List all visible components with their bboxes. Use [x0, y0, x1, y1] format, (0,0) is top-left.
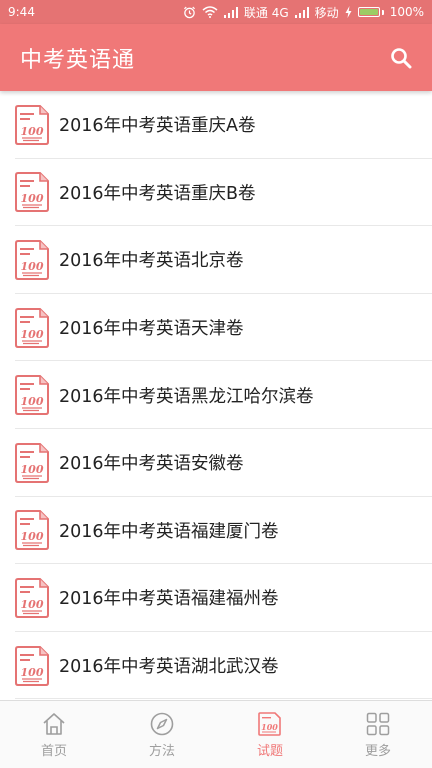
list-item[interactable]: 100 2016年中考英语天津卷 [0, 294, 432, 362]
tab-method-label: 方法 [148, 743, 175, 759]
signal-icon [294, 6, 309, 18]
tab-more[interactable]: 更多 [324, 701, 432, 768]
signal-icon [223, 6, 238, 18]
list-item[interactable]: 100 2016年中考英语湖北武汉卷 [0, 632, 432, 700]
battery-icon [357, 7, 384, 17]
svg-text:100: 100 [21, 395, 44, 408]
exam-paper-icon: 100 [15, 172, 49, 213]
list-item-label: 2016年中考英语重庆A卷 [59, 116, 256, 137]
exam-paper-icon: 100 [15, 645, 49, 686]
tab-home-label: 首页 [40, 743, 67, 759]
charging-icon [345, 6, 352, 18]
search-icon [391, 47, 412, 68]
list-item[interactable]: 100 2016年中考英语重庆B卷 [0, 159, 432, 227]
list-item[interactable]: 100 2016年中考英语重庆A卷 [0, 91, 432, 159]
status-time: 9:44 [8, 5, 35, 19]
list-item[interactable]: 100 2016年中考英语福建厦门卷 [0, 497, 432, 565]
list-item-label: 2016年中考英语黑龙江哈尔滨卷 [59, 386, 314, 407]
svg-text:100: 100 [21, 328, 44, 341]
svg-text:100: 100 [21, 666, 44, 679]
svg-text:100: 100 [21, 192, 44, 205]
tab-exams[interactable]: 100 试题 [216, 701, 324, 768]
list-item[interactable]: 100 2016年中考英语黑龙江哈尔滨卷 [0, 361, 432, 429]
home-icon [43, 712, 65, 735]
wifi-icon [202, 6, 218, 18]
list-item[interactable]: 100 2016年中考英语福建福州卷 [0, 564, 432, 632]
bottom-nav: 首页 方法 100 试题 更多 [0, 700, 432, 768]
exam-list: 100 2016年中考英语重庆A卷 100 2016年中考英语重庆B卷 100 … [0, 91, 432, 700]
exam-paper-icon: 100 [15, 307, 49, 348]
list-item-label: 2016年中考英语湖北武汉卷 [59, 657, 279, 678]
carrier-mobile: 移动 [314, 5, 339, 20]
search-button[interactable] [388, 45, 414, 71]
exam-paper-icon: 100 [15, 510, 49, 551]
list-item-label: 2016年中考英语福建福州卷 [59, 589, 279, 610]
status-bar: 9:44 联通 4G 移动 100% [0, 0, 432, 24]
exam-paper-icon: 100 [15, 104, 49, 145]
battery-percent: 100% [389, 5, 424, 19]
status-icons: 联通 4G 移动 100% [183, 4, 424, 21]
tab-home[interactable]: 首页 [0, 701, 108, 768]
exam-paper-icon: 100 [15, 239, 49, 280]
carrier-unicom: 联通 4G [243, 5, 289, 20]
svg-text:100: 100 [21, 463, 44, 476]
app-title: 中考英语通 [20, 47, 136, 73]
svg-text:100: 100 [21, 125, 44, 138]
exam-paper-icon: 100 [258, 711, 281, 736]
list-item[interactable]: 100 2016年中考英语北京卷 [0, 226, 432, 294]
exam-paper-icon: 100 [15, 442, 49, 483]
tab-more-label: 更多 [364, 743, 391, 759]
list-item-label: 2016年中考英语重庆B卷 [59, 183, 256, 204]
tab-method[interactable]: 方法 [108, 701, 216, 768]
tab-exams-label: 试题 [256, 743, 283, 759]
svg-text:100: 100 [21, 530, 44, 543]
alarm-icon [183, 6, 195, 18]
compass-icon [150, 712, 174, 735]
list-item-label: 2016年中考英语福建厦门卷 [59, 521, 279, 542]
list-item[interactable]: 100 2016年中考英语安徽卷 [0, 429, 432, 497]
app-bar: 中考英语通 [0, 24, 432, 91]
list-item-label: 2016年中考英语北京卷 [59, 251, 244, 272]
exam-paper-icon: 100 [15, 375, 49, 416]
svg-text:100: 100 [21, 598, 44, 611]
list-item-label: 2016年中考英语安徽卷 [59, 454, 244, 475]
svg-text:100: 100 [21, 260, 44, 273]
list-item-label: 2016年中考英语天津卷 [59, 319, 244, 340]
exam-paper-icon: 100 [15, 577, 49, 618]
grid-icon [366, 712, 390, 735]
svg-text:100: 100 [261, 722, 278, 732]
